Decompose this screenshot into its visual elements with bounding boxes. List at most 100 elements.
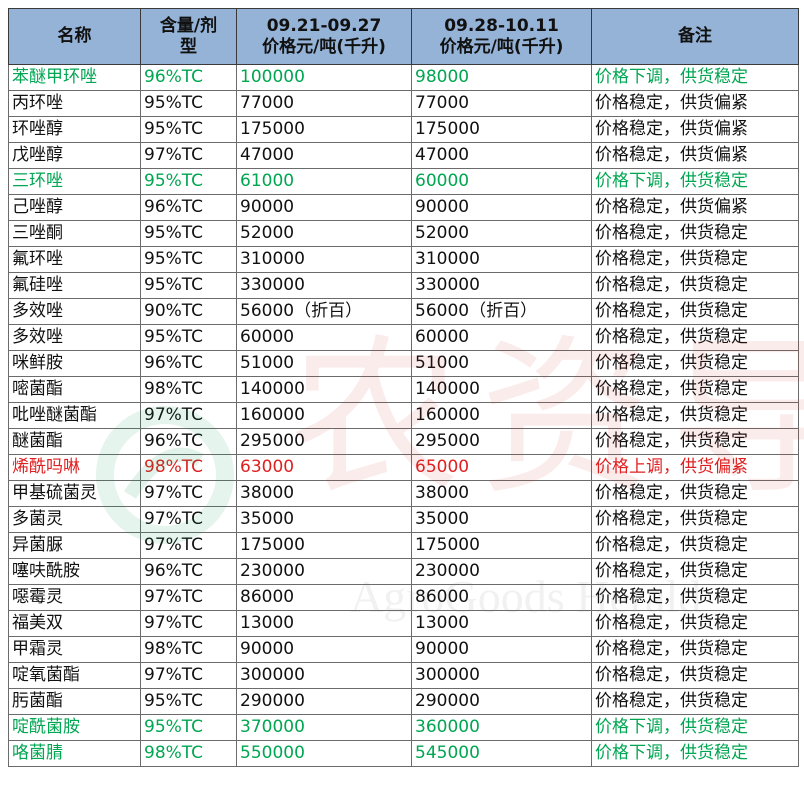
cell-note: 价格稳定，供货稳定 [591, 558, 799, 585]
cell-note: 价格稳定，供货稳定 [591, 220, 799, 247]
cell-spec: 96%TC [140, 350, 237, 377]
cell-name: 戊唑醇 [8, 142, 141, 169]
cell-price-period1: 90000 [236, 636, 412, 663]
table-row: 啶酰菌胺 95%TC 370000 360000 价格下调，供货稳定 [8, 714, 799, 741]
cell-name: 啶酰菌胺 [8, 714, 141, 741]
cell-spec: 96%TC [140, 428, 237, 455]
cell-price-period1: 47000 [236, 142, 412, 169]
cell-name: 肟菌酯 [8, 688, 141, 715]
cell-price-period2: 230000 [411, 558, 592, 585]
cell-name: 醚菌酯 [8, 428, 141, 455]
cell-note: 价格下调，供货稳定 [591, 168, 799, 195]
cell-name: 咯菌腈 [8, 740, 141, 767]
table-row: 己唑醇 96%TC 90000 90000 价格稳定，供货偏紧 [8, 194, 799, 221]
cell-spec: 96%TC [140, 194, 237, 221]
cell-spec: 95%TC [140, 272, 237, 299]
cell-note: 价格稳定，供货稳定 [591, 376, 799, 403]
cell-price-period2: 360000 [411, 714, 592, 741]
table-row: 氟硅唑 95%TC 330000 330000 价格稳定，供货稳定 [8, 272, 799, 299]
cell-note: 价格稳定，供货稳定 [591, 428, 799, 455]
cell-price-period1: 61000 [236, 168, 412, 195]
table-row: 多效唑 95%TC 60000 60000 价格稳定，供货稳定 [8, 324, 799, 351]
cell-spec: 97%TC [140, 142, 237, 169]
cell-price-period2: 47000 [411, 142, 592, 169]
cell-price-period2: 90000 [411, 194, 592, 221]
table-row: 嘧菌酯 98%TC 140000 140000 价格稳定，供货稳定 [8, 376, 799, 403]
cell-note: 价格下调，供货稳定 [591, 740, 799, 767]
cell-note: 价格稳定，供货偏紧 [591, 142, 799, 169]
table-row: 噻呋酰胺 96%TC 230000 230000 价格稳定，供货稳定 [8, 558, 799, 585]
cell-note: 价格稳定，供货偏紧 [591, 116, 799, 143]
cell-price-period1: 300000 [236, 662, 412, 689]
table-row: 丙环唑 95%TC 77000 77000 价格稳定，供货偏紧 [8, 90, 799, 117]
cell-name: 噻呋酰胺 [8, 558, 141, 585]
table-row: 三唑酮 95%TC 52000 52000 价格稳定，供货稳定 [8, 220, 799, 247]
cell-spec: 97%TC [140, 584, 237, 611]
cell-price-period2: 52000 [411, 220, 592, 247]
header-period2-dates: 09.28-10.11 [444, 15, 559, 36]
table-row: 氟环唑 95%TC 310000 310000 价格稳定，供货稳定 [8, 246, 799, 273]
cell-price-period1: 370000 [236, 714, 412, 741]
cell-price-period1: 175000 [236, 116, 412, 143]
cell-name: 氟硅唑 [8, 272, 141, 299]
cell-price-period2: 140000 [411, 376, 592, 403]
cell-price-period2: 77000 [411, 90, 592, 117]
cell-price-period2: 330000 [411, 272, 592, 299]
cell-spec: 95%TC [140, 324, 237, 351]
cell-spec: 95%TC [140, 714, 237, 741]
cell-price-period2: 175000 [411, 116, 592, 143]
cell-name: 三唑酮 [8, 220, 141, 247]
cell-spec: 97%TC [140, 662, 237, 689]
cell-name: 异菌脲 [8, 532, 141, 559]
header-period1: 09.21-09.27 价格元/吨(千升) [236, 8, 412, 65]
cell-spec: 98%TC [140, 454, 237, 481]
header-name: 名称 [8, 8, 141, 65]
cell-name: 多效唑 [8, 324, 141, 351]
cell-price-period2: 90000 [411, 636, 592, 663]
cell-price-period2: 175000 [411, 532, 592, 559]
cell-name: 噁霉灵 [8, 584, 141, 611]
table-row: 噁霉灵 97%TC 86000 86000 价格稳定，供货稳定 [8, 584, 799, 611]
cell-price-period2: 51000 [411, 350, 592, 377]
cell-spec: 97%TC [140, 402, 237, 429]
cell-spec: 98%TC [140, 636, 237, 663]
cell-name: 甲霜灵 [8, 636, 141, 663]
cell-note: 价格稳定，供货稳定 [591, 662, 799, 689]
price-sheet: 名称 含量/剂 型 09.21-09.27 价格元/吨(千升) 09.28-10… [0, 0, 804, 800]
cell-price-period1: 330000 [236, 272, 412, 299]
cell-note: 价格稳定，供货稳定 [591, 532, 799, 559]
cell-price-period2: 290000 [411, 688, 592, 715]
cell-price-period2: 160000 [411, 402, 592, 429]
cell-note: 价格下调，供货稳定 [591, 714, 799, 741]
cell-name: 甲基硫菌灵 [8, 480, 141, 507]
cell-price-period1: 63000 [236, 454, 412, 481]
cell-spec: 95%TC [140, 246, 237, 273]
cell-price-period1: 550000 [236, 740, 412, 767]
table-row: 吡唑醚菌酯 97%TC 160000 160000 价格稳定，供货稳定 [8, 402, 799, 429]
table-row: 烯酰吗啉 98%TC 63000 65000 价格上调，供货偏紧 [8, 454, 799, 481]
table-row: 咯菌腈 98%TC 550000 545000 价格下调，供货稳定 [8, 740, 799, 767]
cell-note: 价格稳定，供货偏紧 [591, 90, 799, 117]
cell-note: 价格稳定，供货稳定 [591, 688, 799, 715]
cell-price-period1: 140000 [236, 376, 412, 403]
cell-spec: 95%TC [140, 116, 237, 143]
cell-spec: 98%TC [140, 740, 237, 767]
price-table: 名称 含量/剂 型 09.21-09.27 价格元/吨(千升) 09.28-10… [8, 8, 799, 767]
cell-spec: 95%TC [140, 688, 237, 715]
cell-spec: 95%TC [140, 220, 237, 247]
cell-price-period1: 295000 [236, 428, 412, 455]
cell-price-period1: 60000 [236, 324, 412, 351]
cell-spec: 97%TC [140, 480, 237, 507]
cell-price-period1: 38000 [236, 480, 412, 507]
table-row: 异菌脲 97%TC 175000 175000 价格稳定，供货稳定 [8, 532, 799, 559]
table-row: 甲霜灵 98%TC 90000 90000 价格稳定，供货稳定 [8, 636, 799, 663]
cell-name: 咪鲜胺 [8, 350, 141, 377]
cell-price-period1: 77000 [236, 90, 412, 117]
header-note: 备注 [591, 8, 799, 65]
cell-name: 多菌灵 [8, 506, 141, 533]
cell-price-period2: 56000（折百） [411, 298, 592, 325]
cell-name: 苯醚甲环唑 [8, 64, 141, 91]
table-row: 环唑醇 95%TC 175000 175000 价格稳定，供货偏紧 [8, 116, 799, 143]
table-row: 甲基硫菌灵 97%TC 38000 38000 价格稳定，供货稳定 [8, 480, 799, 507]
cell-price-period2: 60000 [411, 168, 592, 195]
